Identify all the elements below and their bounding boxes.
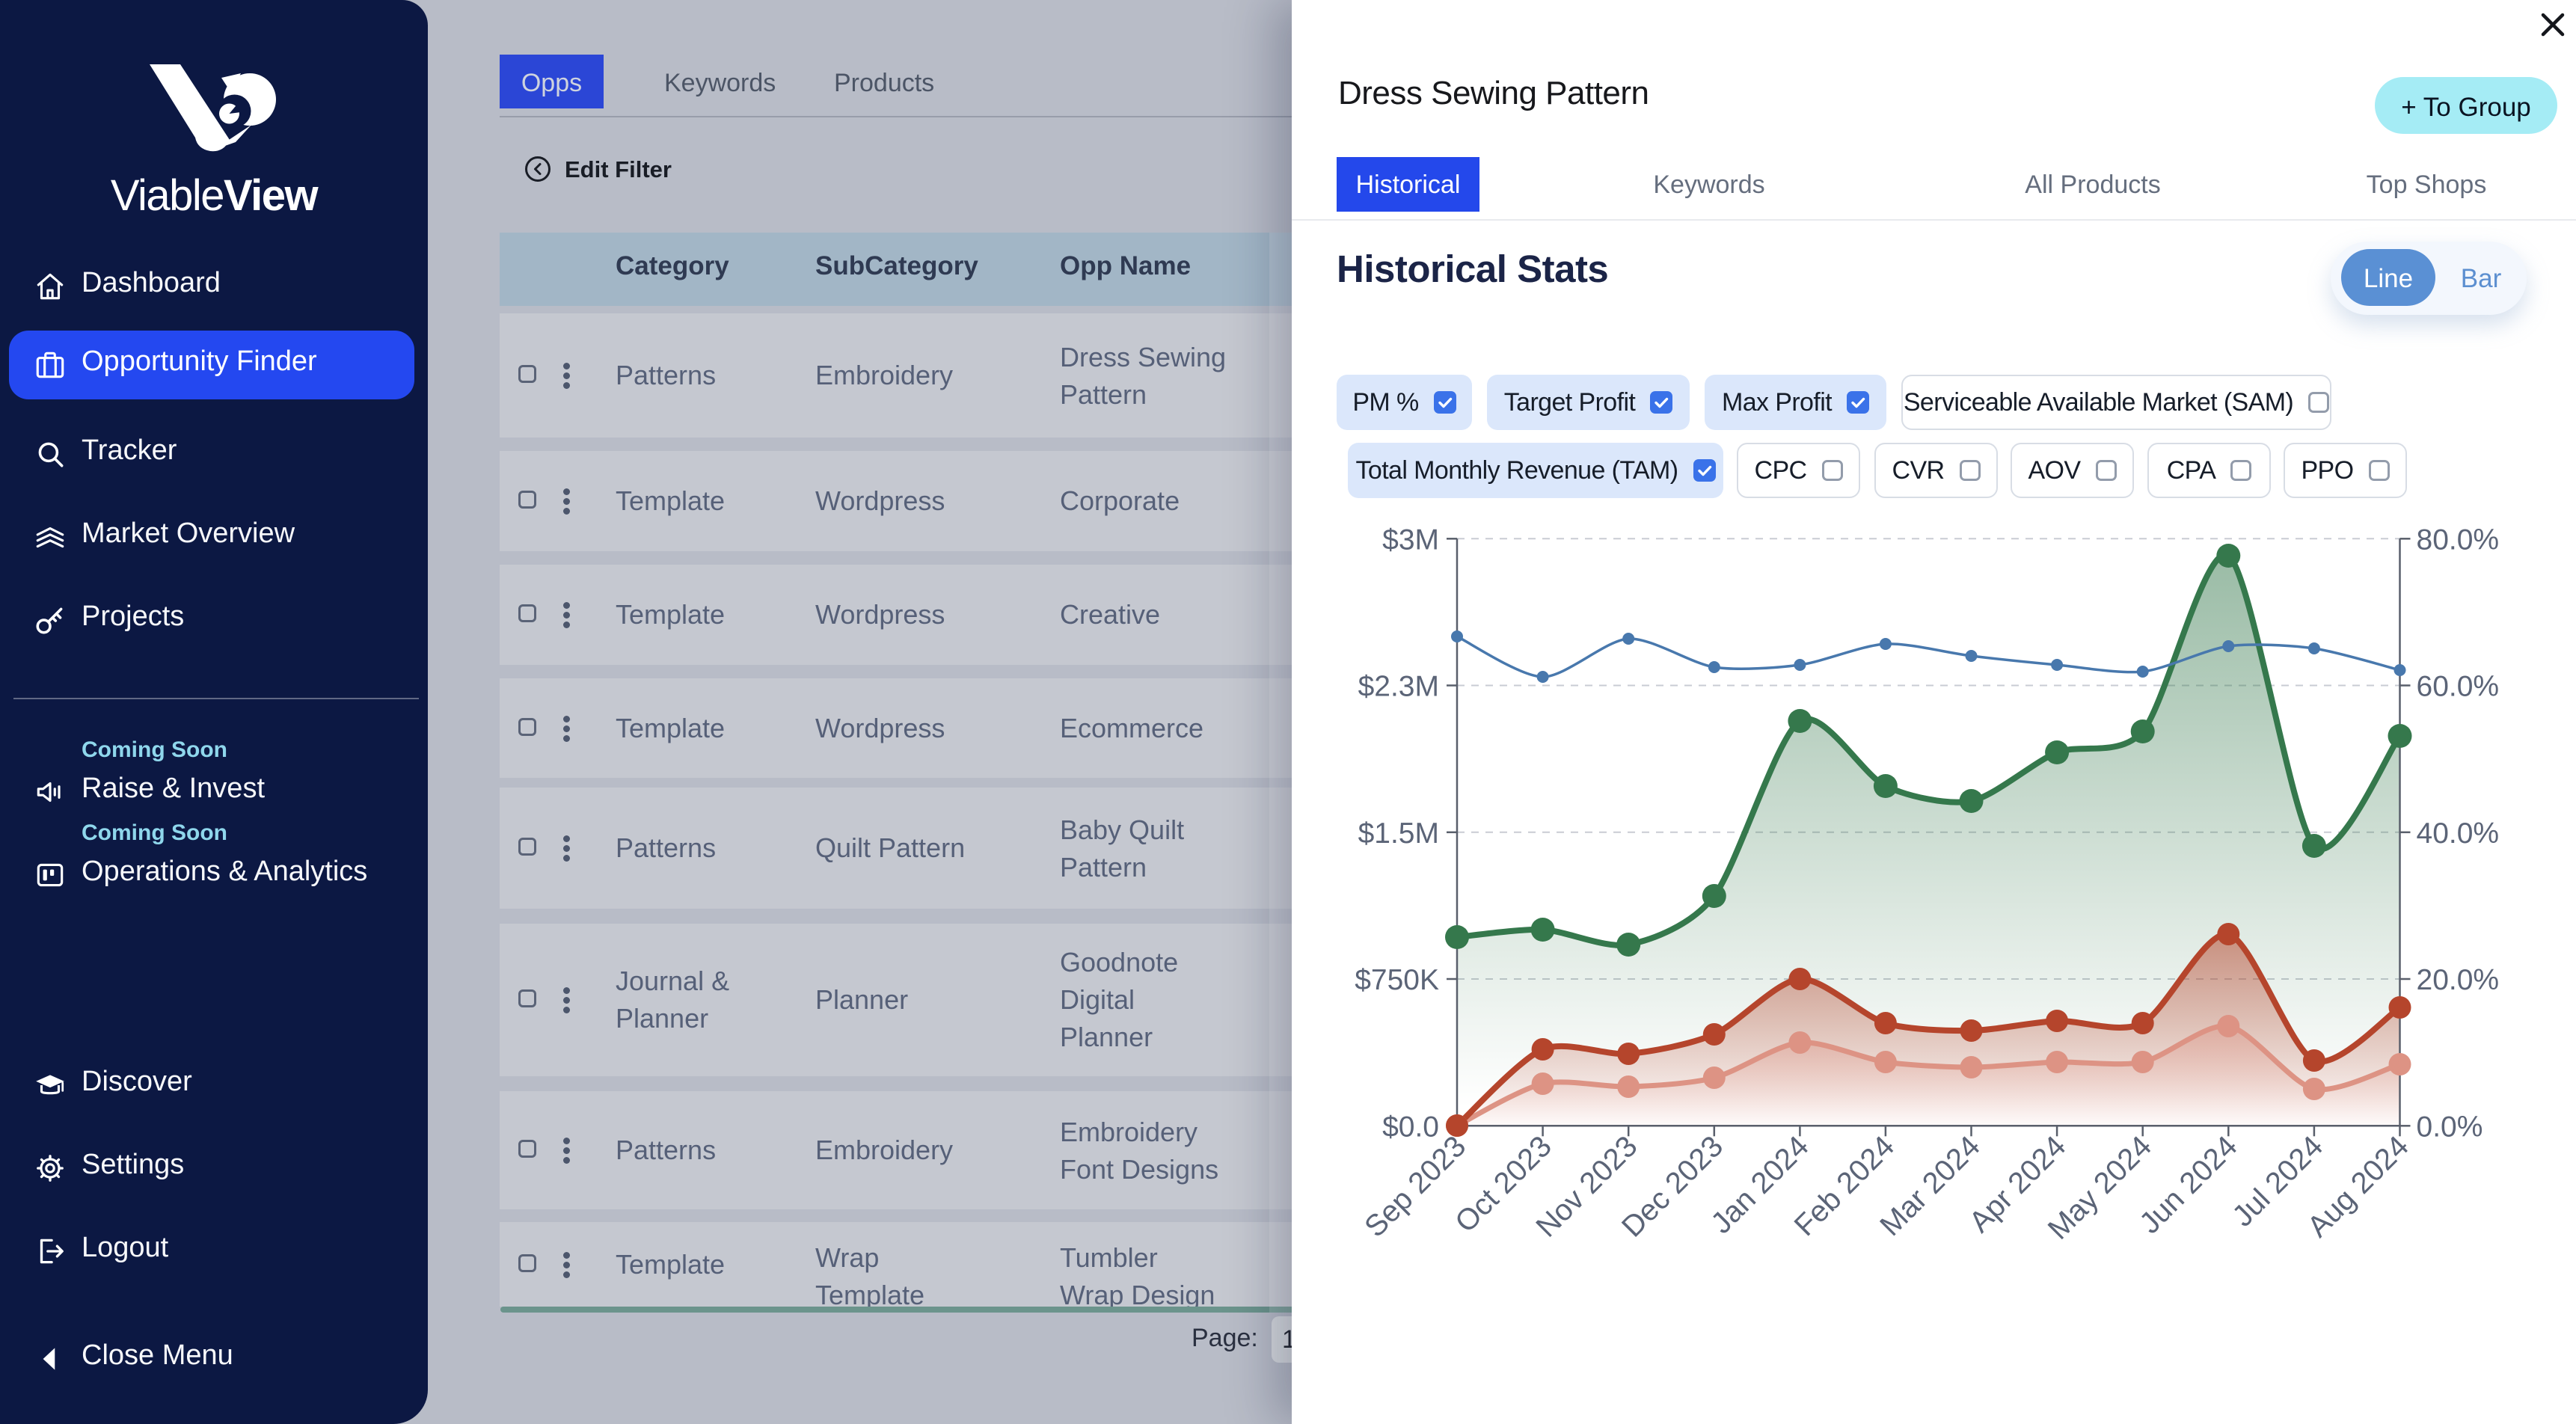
svg-text:$3M: $3M [1382, 524, 1439, 556]
svg-text:$2.3M: $2.3M [1358, 671, 1439, 703]
svg-text:$0.0: $0.0 [1382, 1111, 1439, 1143]
svg-text:$1.5M: $1.5M [1358, 817, 1439, 850]
svg-text:$750K: $750K [1355, 964, 1439, 996]
svg-text:40.0%: 40.0% [2417, 817, 2500, 850]
svg-text:0.0%: 0.0% [2417, 1111, 2483, 1143]
svg-text:Sep 2023: Sep 2023 [1358, 1130, 1472, 1244]
svg-text:60.0%: 60.0% [2417, 671, 2500, 703]
svg-text:20.0%: 20.0% [2417, 964, 2500, 996]
svg-text:80.0%: 80.0% [2417, 524, 2500, 556]
